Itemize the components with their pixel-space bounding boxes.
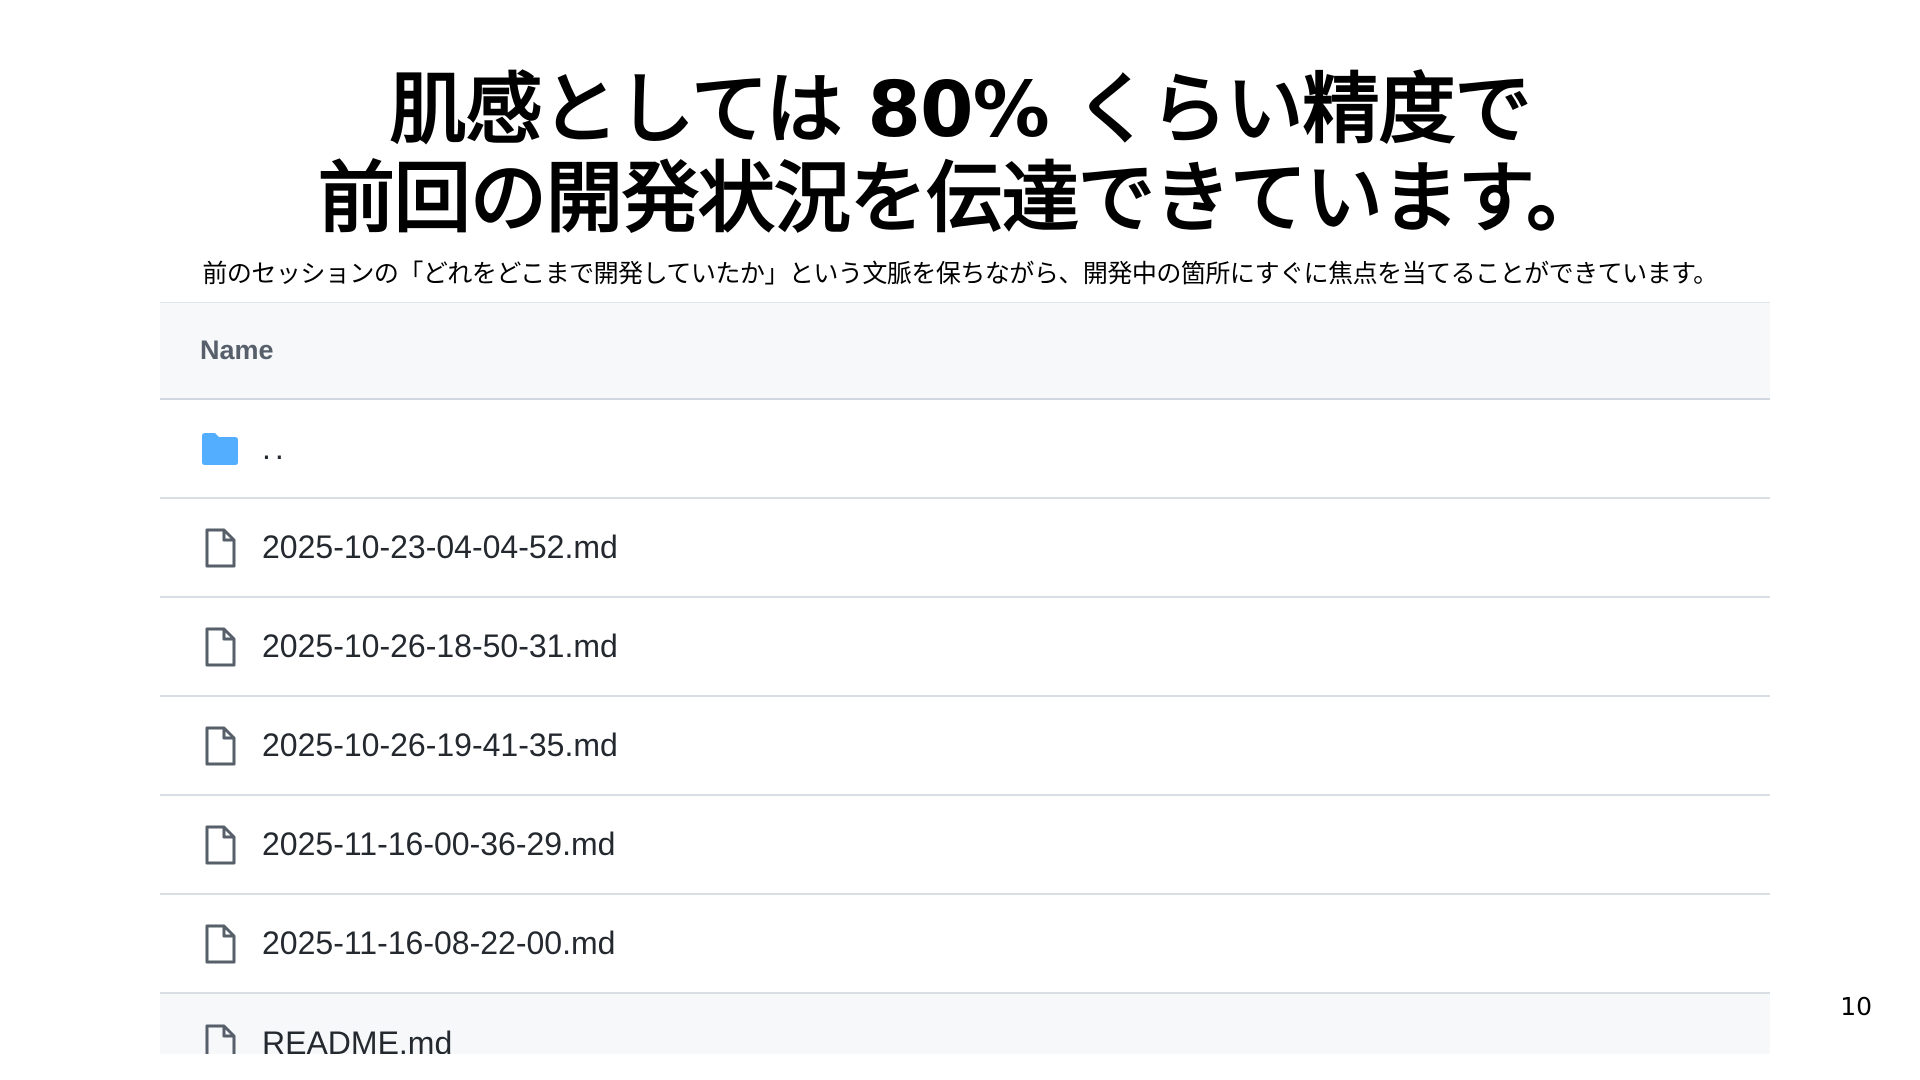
file-icon (200, 1024, 240, 1054)
title-line-2: 前回の開発状況を伝達できています。 (317, 155, 1603, 244)
file-link[interactable]: 2025-11-16-08-22-00.md (262, 925, 615, 962)
file-link[interactable]: 2025-10-23-04-04-52.md (262, 529, 618, 566)
file-icon (200, 726, 240, 766)
file-list-header: Name (160, 302, 1770, 400)
file-row-readme[interactable]: README.md (160, 994, 1770, 1054)
file-link[interactable]: 2025-10-26-19-41-35.md (262, 727, 618, 764)
file-icon (200, 825, 240, 865)
file-link[interactable]: 2025-10-26-18-50-31.md (262, 628, 618, 665)
readme-link[interactable]: README.md (262, 1025, 452, 1054)
file-icon (200, 528, 240, 568)
slide-title: 肌感としては 80% くらい精度で 前回の開発状況を伝達できています。 (0, 66, 1920, 244)
file-row[interactable]: 2025-10-26-18-50-31.md (160, 598, 1770, 697)
file-row[interactable]: 2025-11-16-08-22-00.md (160, 895, 1770, 994)
slide: 肌感としては 80% くらい精度で 前回の開発状況を伝達できています。 前のセッ… (0, 0, 1920, 1080)
column-header-name[interactable]: Name (200, 335, 274, 366)
file-icon (200, 924, 240, 964)
file-icon (200, 627, 240, 667)
file-link[interactable]: 2025-11-16-00-36-29.md (262, 826, 615, 863)
file-row[interactable]: 2025-10-26-19-41-35.md (160, 697, 1770, 796)
parent-directory-link[interactable]: .. (262, 430, 288, 467)
slide-subtitle: 前のセッションの「どれをどこまで開発していたか」という文脈を保ちながら、開発中の… (202, 259, 1718, 288)
file-row[interactable]: 2025-10-23-04-04-52.md (160, 499, 1770, 598)
file-row[interactable]: 2025-11-16-00-36-29.md (160, 796, 1770, 895)
parent-directory-row[interactable]: .. (160, 400, 1770, 499)
folder-icon (200, 429, 240, 469)
page-number: 10 (1840, 992, 1872, 1021)
file-list-screenshot: Name .. 2025-10-23-04-04-52.md 2025-10-2… (160, 302, 1770, 1054)
title-line-1: 肌感としては 80% くらい精度で (389, 66, 1531, 155)
